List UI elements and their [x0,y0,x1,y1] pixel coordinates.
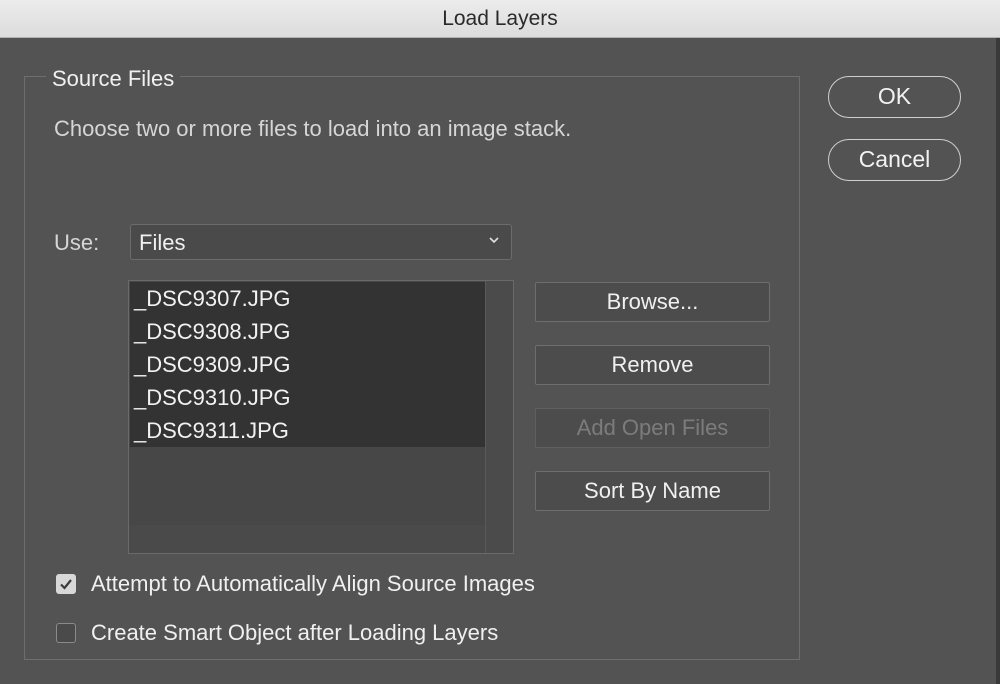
checkmark-icon [60,579,72,590]
list-item[interactable]: _DSC9311.JPG [130,414,486,447]
align-label: Attempt to Automatically Align Source Im… [91,571,535,596]
window-titlebar: Load Layers [0,0,1000,38]
use-dropdown-value: Files [139,230,186,255]
smart-object-checkbox[interactable] [56,623,76,643]
browse-button[interactable]: Browse... [535,282,770,322]
use-dropdown[interactable]: Files [130,224,512,260]
list-horizontal-scroll-area [129,525,485,553]
cancel-button[interactable]: Cancel [828,139,961,181]
window-title: Load Layers [442,7,558,30]
chevron-down-icon [489,237,499,244]
use-label: Use: [54,230,100,255]
list-scrollbar[interactable] [485,281,513,553]
list-item[interactable]: _DSC9310.JPG [130,381,486,414]
ok-button[interactable]: OK [828,76,961,118]
source-files-description: Choose two or more files to load into an… [54,116,572,141]
align-checkbox[interactable] [56,574,76,594]
remove-button[interactable]: Remove [535,345,770,385]
list-item[interactable]: _DSC9307.JPG [130,282,486,315]
add-open-files-button[interactable]: Add Open Files [535,408,770,448]
sort-by-name-button[interactable]: Sort By Name [535,471,770,511]
list-item[interactable]: _DSC9309.JPG [130,348,486,381]
source-files-legend: Source Files [46,66,181,92]
window-edge [996,38,1000,684]
list-item[interactable]: _DSC9308.JPG [130,315,486,348]
smart-object-label: Create Smart Object after Loading Layers [91,620,499,645]
file-list[interactable]: _DSC9307.JPG _DSC9308.JPG _DSC9309.JPG _… [128,280,514,554]
